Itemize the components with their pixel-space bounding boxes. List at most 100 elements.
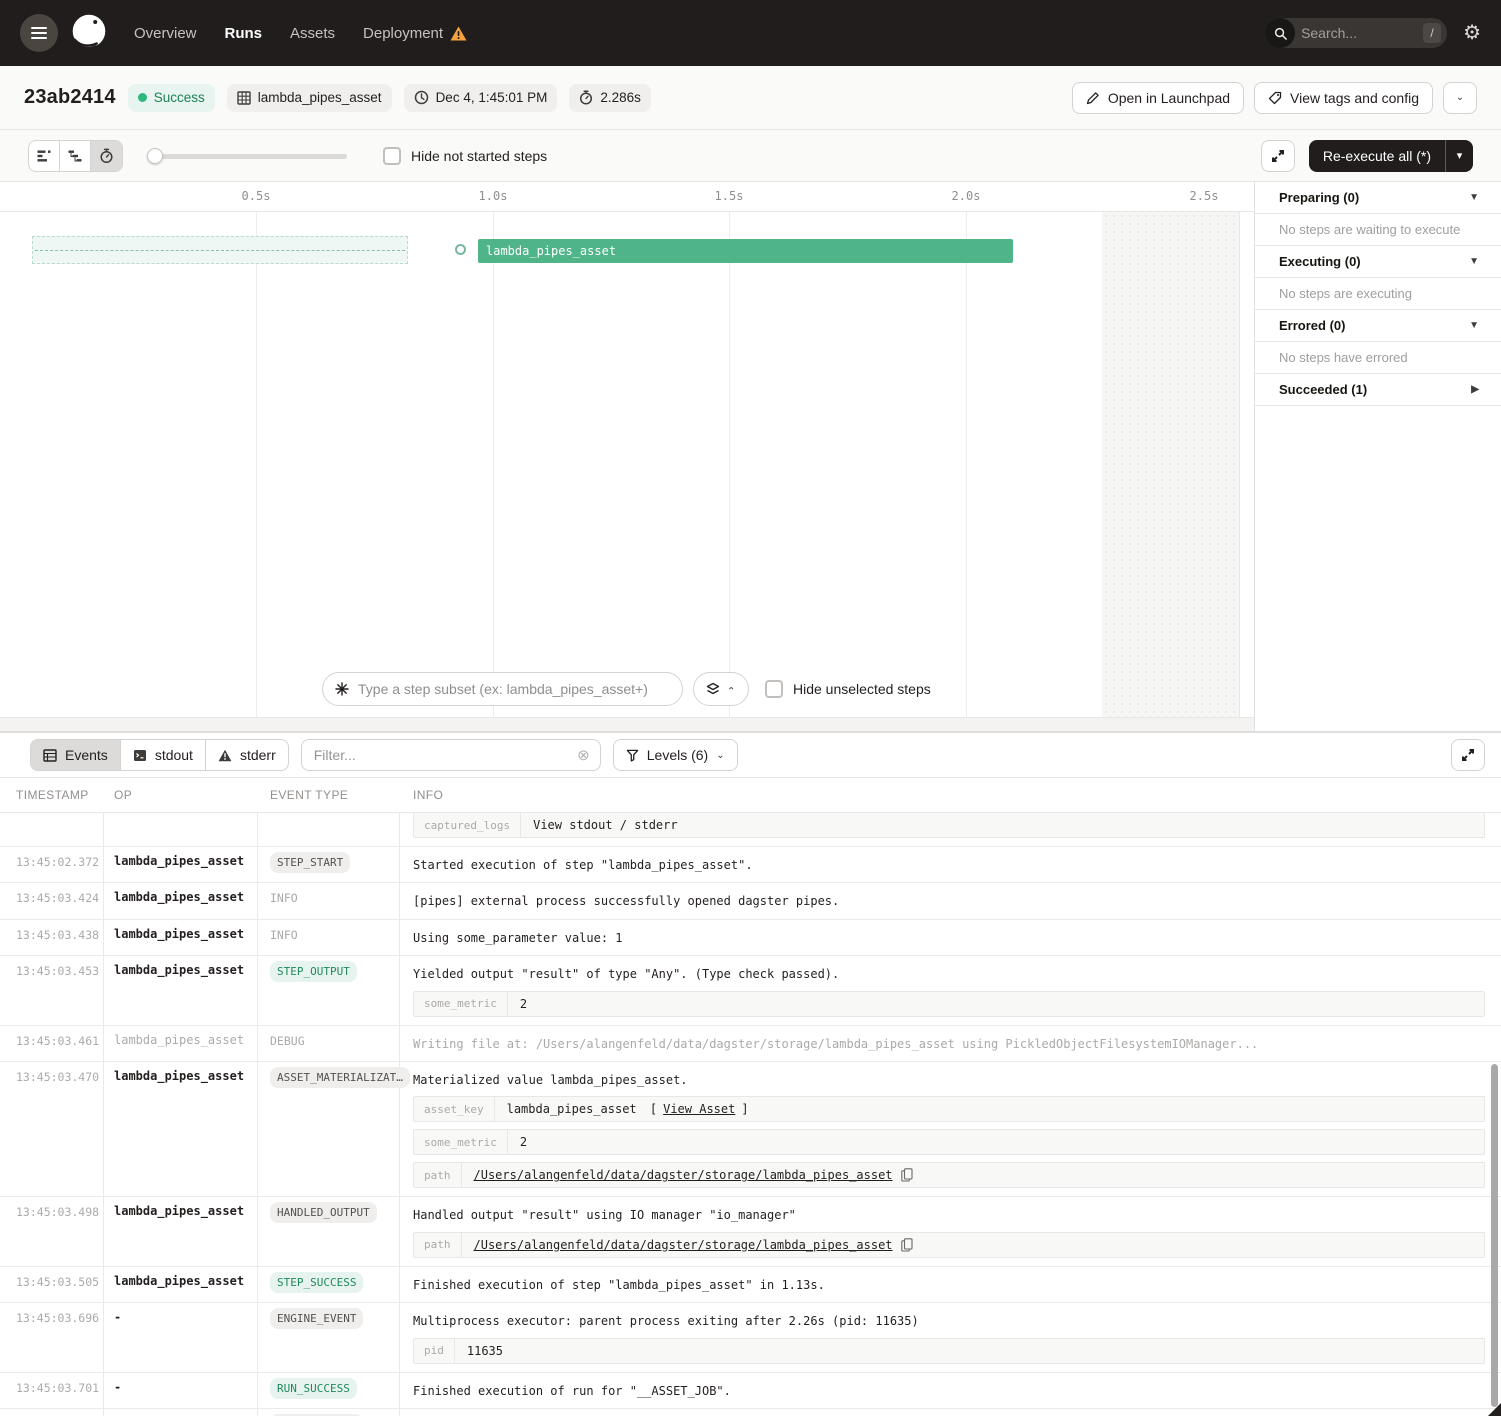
metadata-key: captured_logs xyxy=(414,813,521,837)
gantt-fullscreen-button[interactable] xyxy=(1261,140,1295,172)
metadata-value: 2 xyxy=(508,1130,1484,1154)
table-row[interactable]: 13:45:03.438lambda_pipes_assetINFOUsing … xyxy=(0,920,1501,956)
event-type-badge: ENGINE_EVENT xyxy=(270,1308,363,1329)
log-filter-field[interactable]: ⊗ xyxy=(301,739,601,771)
table-row[interactable]: 13:45:03.470lambda_pipes_assetASSET_MATE… xyxy=(0,1062,1501,1197)
tab-stderr[interactable]: stderr xyxy=(205,739,289,771)
event-info-text: Writing file at: /Users/alangenfeld/data… xyxy=(413,1033,1485,1053)
table-row[interactable]: 13:45:03.716-ENGINE_EVENTProcess for run… xyxy=(0,1409,1501,1416)
view-mode-flat-button[interactable] xyxy=(29,141,60,171)
axis-tick: 0.5s xyxy=(242,189,271,203)
metadata-link[interactable]: /Users/alangenfeld/data/dagster/storage/… xyxy=(474,1168,893,1182)
levels-dropdown[interactable]: Levels (6) ⌄ xyxy=(613,739,738,771)
table-row[interactable]: 13:45:03.461lambda_pipes_assetDEBUGWriti… xyxy=(0,1026,1501,1062)
table-row[interactable]: 13:45:03.505lambda_pipes_assetSTEP_SUCCE… xyxy=(0,1267,1501,1303)
event-type-badge: INFO xyxy=(270,888,298,905)
table-row[interactable]: 13:45:03.696-ENGINE_EVENTMultiprocess ex… xyxy=(0,1303,1501,1372)
graph-query-toggle-button[interactable]: ⌄ xyxy=(693,672,749,706)
tab-stdout[interactable]: stdout xyxy=(120,739,205,771)
event-timestamp: 13:45:03.696 xyxy=(0,1303,104,1371)
view-mode-waterfall-button[interactable] xyxy=(60,141,91,171)
run-actions-menu-button[interactable]: ⌄ xyxy=(1443,82,1477,114)
run-header: 23ab2414 Success lambda_pipes_asset Dec … xyxy=(0,66,1501,130)
chevron-down-icon: ▾ xyxy=(1457,149,1463,162)
metadata-value: /Users/alangenfeld/data/dagster/storage/… xyxy=(462,1233,1485,1257)
view-tags-config-button[interactable]: View tags and config xyxy=(1254,82,1433,114)
event-op: lambda_pipes_asset xyxy=(104,1062,258,1196)
dagster-logo-icon[interactable] xyxy=(66,10,112,56)
hide-not-started-checkbox[interactable] xyxy=(383,147,401,165)
table-row[interactable]: 13:45:02.372lambda_pipes_assetSTEP_START… xyxy=(0,847,1501,883)
nav-item-overview[interactable]: Overview xyxy=(134,25,197,42)
section-executing-body: No steps are executing xyxy=(1255,278,1501,310)
nav-item-assets[interactable]: Assets xyxy=(290,25,335,42)
warning-icon xyxy=(450,26,467,41)
section-errored[interactable]: Errored (0) ▼ xyxy=(1255,310,1501,342)
event-info-cell: [pipes] external process successfully op… xyxy=(400,883,1501,918)
event-op xyxy=(104,813,258,846)
view-asset-link[interactable]: View Asset xyxy=(663,1102,735,1116)
table-row[interactable]: 13:45:03.424lambda_pipes_assetINFO[pipes… xyxy=(0,883,1501,919)
log-filter-input[interactable] xyxy=(314,747,569,763)
section-executing[interactable]: Executing (0) ▼ xyxy=(1255,246,1501,278)
copy-icon[interactable] xyxy=(901,1168,913,1182)
metadata-value: 11635 xyxy=(455,1339,1484,1363)
gridline xyxy=(493,212,494,717)
nav-item-deployment[interactable]: Deployment xyxy=(363,25,467,42)
start-time-pill: Dec 4, 1:45:01 PM xyxy=(404,84,558,112)
step-subset-input[interactable] xyxy=(358,681,670,697)
section-succeeded[interactable]: Succeeded (1) ▶ xyxy=(1255,374,1501,406)
gantt-bar-lambda-pipes-asset[interactable]: lambda_pipes_asset xyxy=(478,239,1013,263)
gantt-horizontal-scrollbar[interactable] xyxy=(0,717,1254,731)
job-grid-icon xyxy=(237,91,251,105)
metadata-text: lambda_pipes_asset xyxy=(507,1102,637,1116)
menu-button[interactable] xyxy=(20,14,58,52)
gear-icon[interactable]: ⚙ xyxy=(1463,23,1481,43)
window-resize-grip[interactable] xyxy=(1488,1403,1501,1416)
metadata-value: lambda_pipes_asset [View Asset] xyxy=(495,1097,1484,1121)
metadata-link[interactable]: /Users/alangenfeld/data/dagster/storage/… xyxy=(474,1238,893,1252)
axis-tick: 1.0s xyxy=(479,189,508,203)
gantt-zoom-slider[interactable] xyxy=(147,148,347,164)
open-in-launchpad-button[interactable]: Open in Launchpad xyxy=(1072,82,1244,114)
stopwatch-icon xyxy=(579,90,593,105)
metadata-key: some_metric xyxy=(414,992,508,1016)
view-mode-timed-button[interactable] xyxy=(91,141,122,171)
table-row[interactable]: 13:45:03.701-RUN_SUCCESSFinished executi… xyxy=(0,1373,1501,1409)
reexecute-options-button[interactable]: ▾ xyxy=(1445,140,1473,172)
expand-icon xyxy=(1270,148,1286,164)
event-timestamp: 13:45:03.438 xyxy=(0,920,104,955)
clear-filter-icon[interactable]: ⊗ xyxy=(577,748,590,763)
event-op: lambda_pipes_asset xyxy=(104,1267,258,1302)
table-row[interactable]: 13:45:03.453lambda_pipes_assetSTEP_OUTPU… xyxy=(0,956,1501,1025)
events-fullscreen-button[interactable] xyxy=(1451,739,1485,771)
event-type-cell: DEBUG xyxy=(258,1026,400,1061)
event-timestamp: 13:45:03.505 xyxy=(0,1267,104,1302)
step-waiting-segment xyxy=(32,236,408,264)
global-search[interactable]: / xyxy=(1265,18,1447,48)
event-op: - xyxy=(104,1409,258,1416)
step-subset-field[interactable] xyxy=(322,672,683,706)
event-timestamp: 13:45:03.424 xyxy=(0,883,104,918)
search-input[interactable] xyxy=(1295,25,1423,41)
column-header-op: OP xyxy=(104,788,258,802)
section-preparing[interactable]: Preparing (0) ▼ xyxy=(1255,182,1501,214)
job-pill[interactable]: lambda_pipes_asset xyxy=(227,84,392,112)
table-row[interactable]: 13:45:03.498lambda_pipes_assetHANDLED_OU… xyxy=(0,1197,1501,1266)
event-info-cell: Yielded output "result" of type "Any". (… xyxy=(400,956,1501,1024)
event-type-badge: RUN_SUCCESS xyxy=(270,1378,357,1399)
table-row[interactable]: captured_logsView stdout / stderr xyxy=(0,813,1501,847)
slider-track xyxy=(147,154,347,159)
slider-handle[interactable] xyxy=(147,148,163,164)
gridline xyxy=(256,212,257,717)
event-type-cell xyxy=(258,813,400,846)
time-axis: 0.5s 1.0s 1.5s 2.0s 2.5s xyxy=(0,182,1254,212)
reexecute-all-button[interactable]: Re-execute all (*) xyxy=(1309,140,1445,172)
nav-item-runs[interactable]: Runs xyxy=(225,25,263,42)
copy-icon[interactable] xyxy=(901,1238,913,1252)
events-vertical-scrollbar[interactable] xyxy=(1491,1064,1498,1407)
hide-unselected-checkbox[interactable] xyxy=(765,680,783,698)
chevron-up-icon: ⌄ xyxy=(727,684,735,695)
tab-events[interactable]: Events xyxy=(30,739,120,771)
event-info-cell: captured_logsView stdout / stderr xyxy=(400,813,1501,846)
